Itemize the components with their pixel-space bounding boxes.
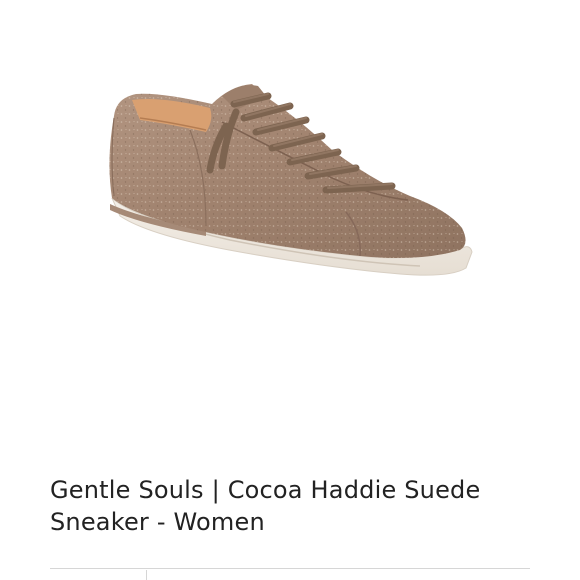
divider <box>50 568 530 569</box>
divider-tick <box>146 570 147 580</box>
sneaker-photo <box>109 84 473 276</box>
product-title: Gentle Souls | Cocoa Haddie Suede Sneake… <box>50 476 481 536</box>
product-image[interactable] <box>0 0 580 455</box>
